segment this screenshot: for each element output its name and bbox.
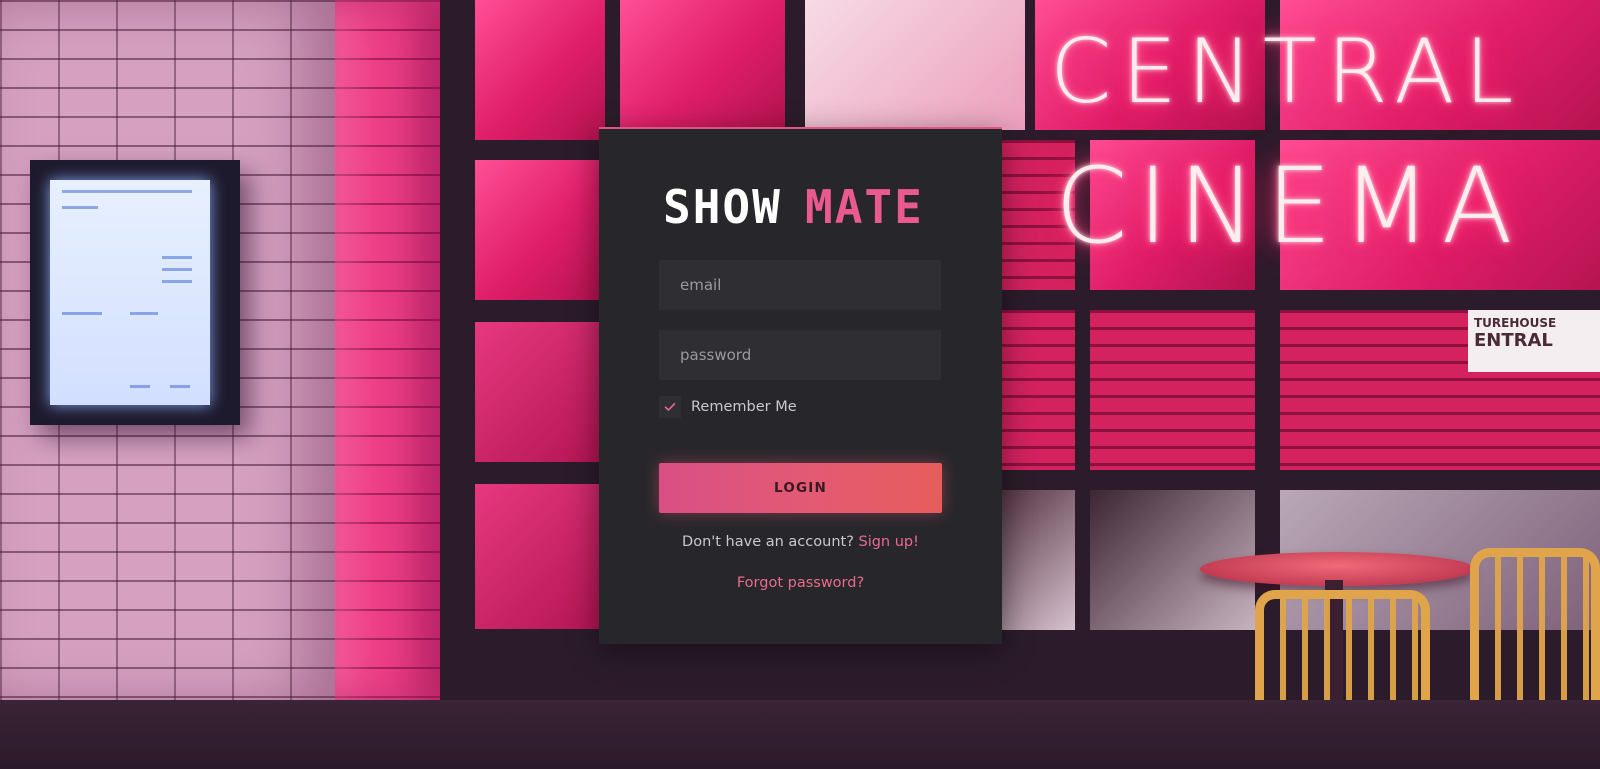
login-card: SHOW MATE Remember Me LOGIN Don't have a… (599, 127, 1002, 644)
window-sign-bottom: ENTRAL (1474, 330, 1553, 351)
password-field[interactable] (659, 330, 941, 380)
remember-me-checkbox[interactable] (659, 396, 681, 418)
floor (0, 700, 1600, 769)
showmate-logo: SHOW MATE (663, 181, 939, 231)
forgot-password-line: Forgot password? (599, 575, 1002, 591)
remember-me-label: Remember Me (691, 399, 797, 415)
forgot-password-link[interactable]: Forgot password? (737, 575, 864, 591)
email-field[interactable] (659, 260, 941, 310)
signup-link[interactable]: Sign up! (859, 534, 919, 550)
signup-prompt-line: Don't have an account? Sign up! (599, 534, 1002, 550)
neon-sign-central: CENTRAL (1050, 20, 1524, 123)
signup-prompt-text: Don't have an account? (682, 534, 854, 550)
tiled-wall-side (335, 0, 440, 705)
logo-text-mate: MATE (805, 181, 924, 231)
remember-me-toggle[interactable]: Remember Me (659, 395, 797, 419)
login-button[interactable]: LOGIN (659, 463, 942, 513)
wall-poster-frame (30, 160, 240, 425)
checkmark-icon (664, 403, 676, 411)
logo-text-show: SHOW (663, 181, 782, 231)
neon-sign-cinema: CINEMA (1055, 145, 1523, 267)
wall-poster (50, 180, 210, 405)
window-sign: TUREHOUSE ENTRAL (1468, 310, 1600, 372)
window-sign-top: TUREHOUSE (1474, 316, 1557, 330)
